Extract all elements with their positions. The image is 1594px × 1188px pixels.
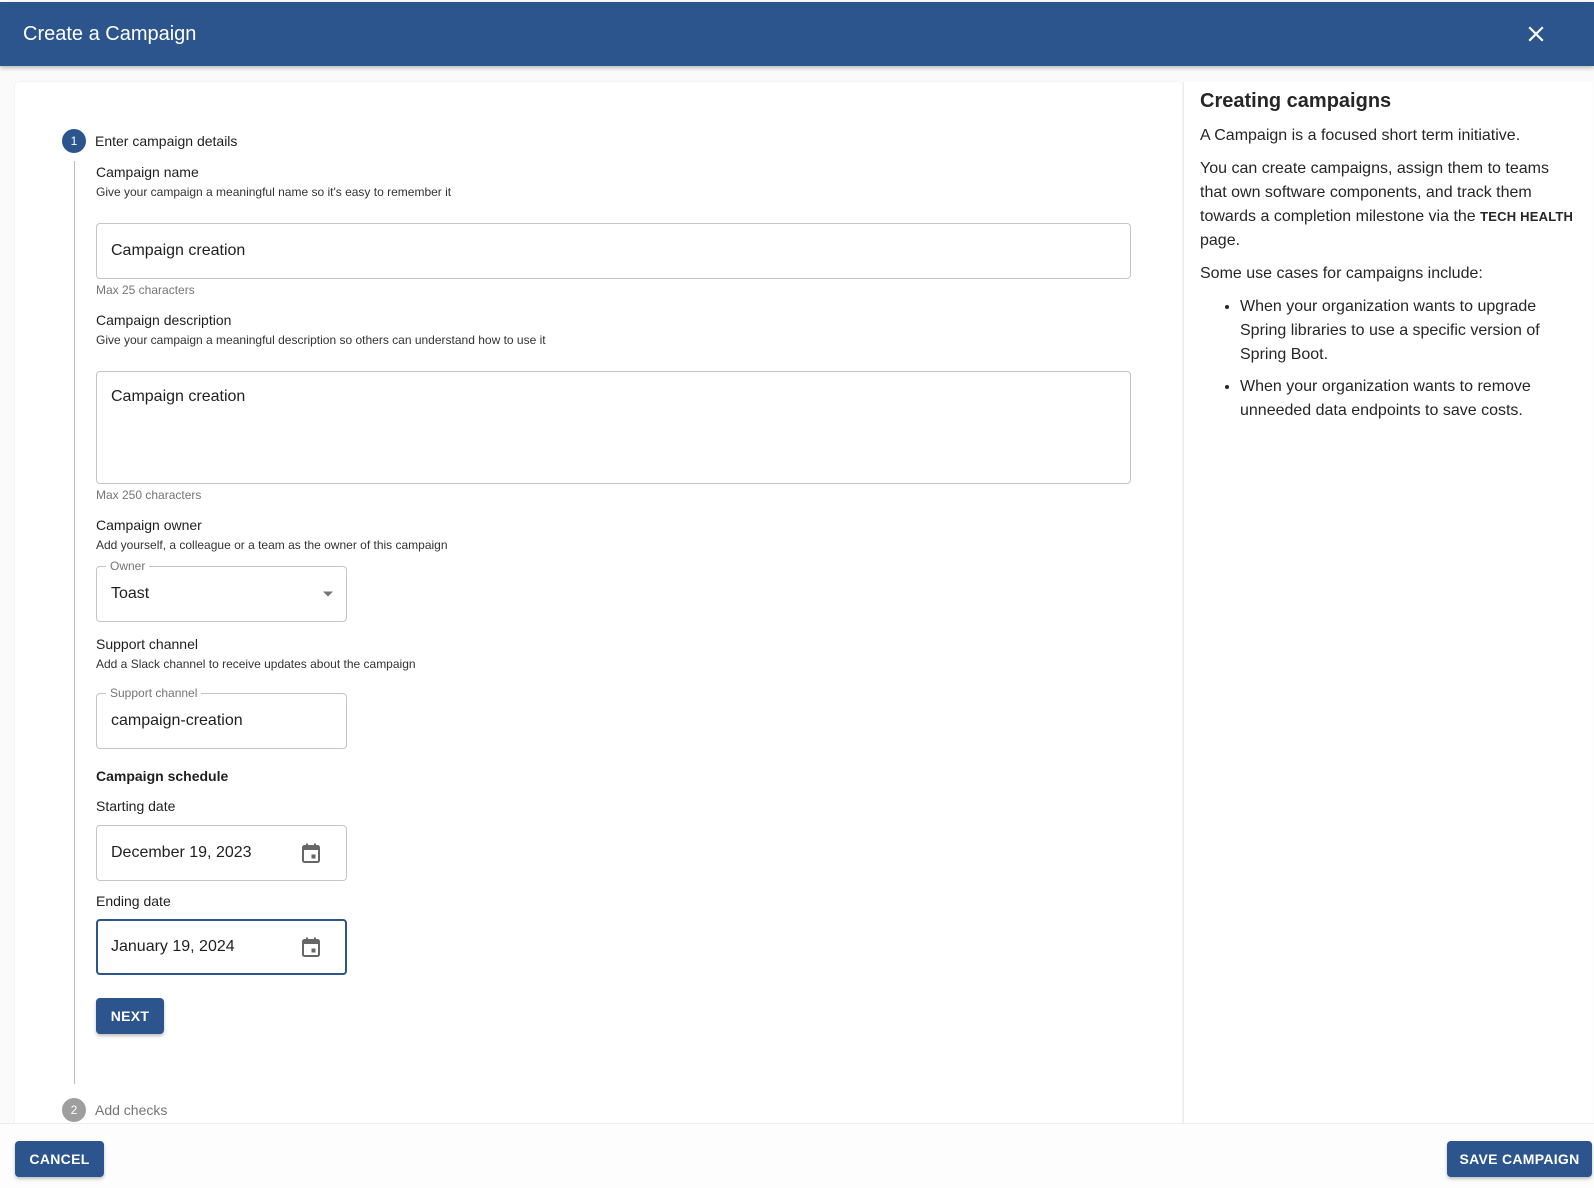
- campaign-description-description: Give your campaign a meaningful descript…: [96, 333, 546, 347]
- owner-label: Owner: [106, 559, 150, 573]
- use-cases-intro: Some use cases for campaigns include:: [1200, 265, 1483, 282]
- campaign-name-description: Give your campaign a meaningful name so …: [96, 185, 452, 199]
- ending-date-input[interactable]: January 19, 2024: [96, 919, 347, 975]
- help-body-suffix: page.: [1200, 232, 1241, 249]
- campaign-name-input[interactable]: Campaign creation: [96, 223, 1131, 279]
- cancel-button[interactable]: CANCEL: [15, 1141, 104, 1177]
- campaign-form-card: 1 Enter campaign details Campaign name G…: [15, 82, 1182, 1136]
- starting-date-input[interactable]: December 19, 2023: [96, 825, 347, 881]
- ending-date-label: Ending date: [96, 893, 171, 909]
- support-channel-input[interactable]: Support channel campaign-creation: [96, 686, 347, 749]
- support-channel-title: Support channel: [96, 636, 198, 652]
- campaign-name-value: Campaign creation: [111, 242, 246, 259]
- support-channel-description: Add a Slack channel to receive updates a…: [96, 657, 416, 671]
- dialog-header: Create a Campaign: [0, 2, 1594, 66]
- owner-value: Toast: [111, 585, 150, 602]
- use-cases-list: When your organization wants to upgrade …: [1200, 295, 1577, 423]
- help-body: You can create campaigns, assign them to…: [1200, 157, 1577, 253]
- use-case-item: When your organization wants to upgrade …: [1240, 295, 1577, 367]
- tech-health-link[interactable]: TECH HEALTH: [1480, 209, 1573, 224]
- step-2-icon: 2: [62, 1098, 86, 1122]
- help-intro: A Campaign is a focused short term initi…: [1200, 127, 1521, 144]
- campaign-description-title: Campaign description: [96, 312, 232, 328]
- calendar-icon[interactable]: [302, 843, 320, 863]
- step-1-label: Enter campaign details: [95, 133, 238, 149]
- save-campaign-button[interactable]: SAVE CAMPAIGN: [1447, 1141, 1592, 1177]
- campaign-description-value: Campaign creation: [111, 388, 246, 405]
- help-title: Creating campaigns: [1200, 90, 1392, 112]
- dialog-footer: CANCEL SAVE CAMPAIGN: [0, 1123, 1594, 1188]
- next-button[interactable]: NEXT: [96, 998, 164, 1034]
- use-case-item: When your organization wants to remove u…: [1240, 375, 1577, 423]
- campaign-schedule-title: Campaign schedule: [96, 768, 229, 784]
- dialog-title: Create a Campaign: [23, 22, 197, 45]
- starting-date-value: December 19, 2023: [111, 844, 252, 861]
- close-icon: [1528, 26, 1544, 42]
- campaign-owner-description: Add yourself, a colleague or a team as t…: [96, 538, 448, 552]
- campaign-name-title: Campaign name: [96, 164, 199, 180]
- step-1-icon: 1: [62, 129, 86, 153]
- starting-date-label: Starting date: [96, 798, 176, 814]
- campaign-description-helper: Max 250 characters: [96, 488, 202, 502]
- support-channel-label: Support channel: [106, 686, 202, 700]
- campaign-owner-title: Campaign owner: [96, 517, 202, 533]
- arrow-drop-down-icon: [323, 591, 333, 597]
- support-channel-value: campaign-creation: [111, 712, 243, 729]
- close-button[interactable]: [1516, 14, 1556, 54]
- owner-select[interactable]: Owner Toast: [96, 559, 347, 622]
- campaign-name-helper: Max 25 characters: [96, 283, 195, 297]
- step-2-label: Add checks: [95, 1102, 168, 1118]
- step-connector: [74, 161, 75, 1084]
- ending-date-value: January 19, 2024: [111, 938, 235, 955]
- help-panel: Creating campaigns A Campaign is a focus…: [1183, 82, 1593, 1132]
- campaign-description-textarea[interactable]: Campaign creation: [96, 371, 1131, 484]
- calendar-icon[interactable]: [302, 937, 320, 957]
